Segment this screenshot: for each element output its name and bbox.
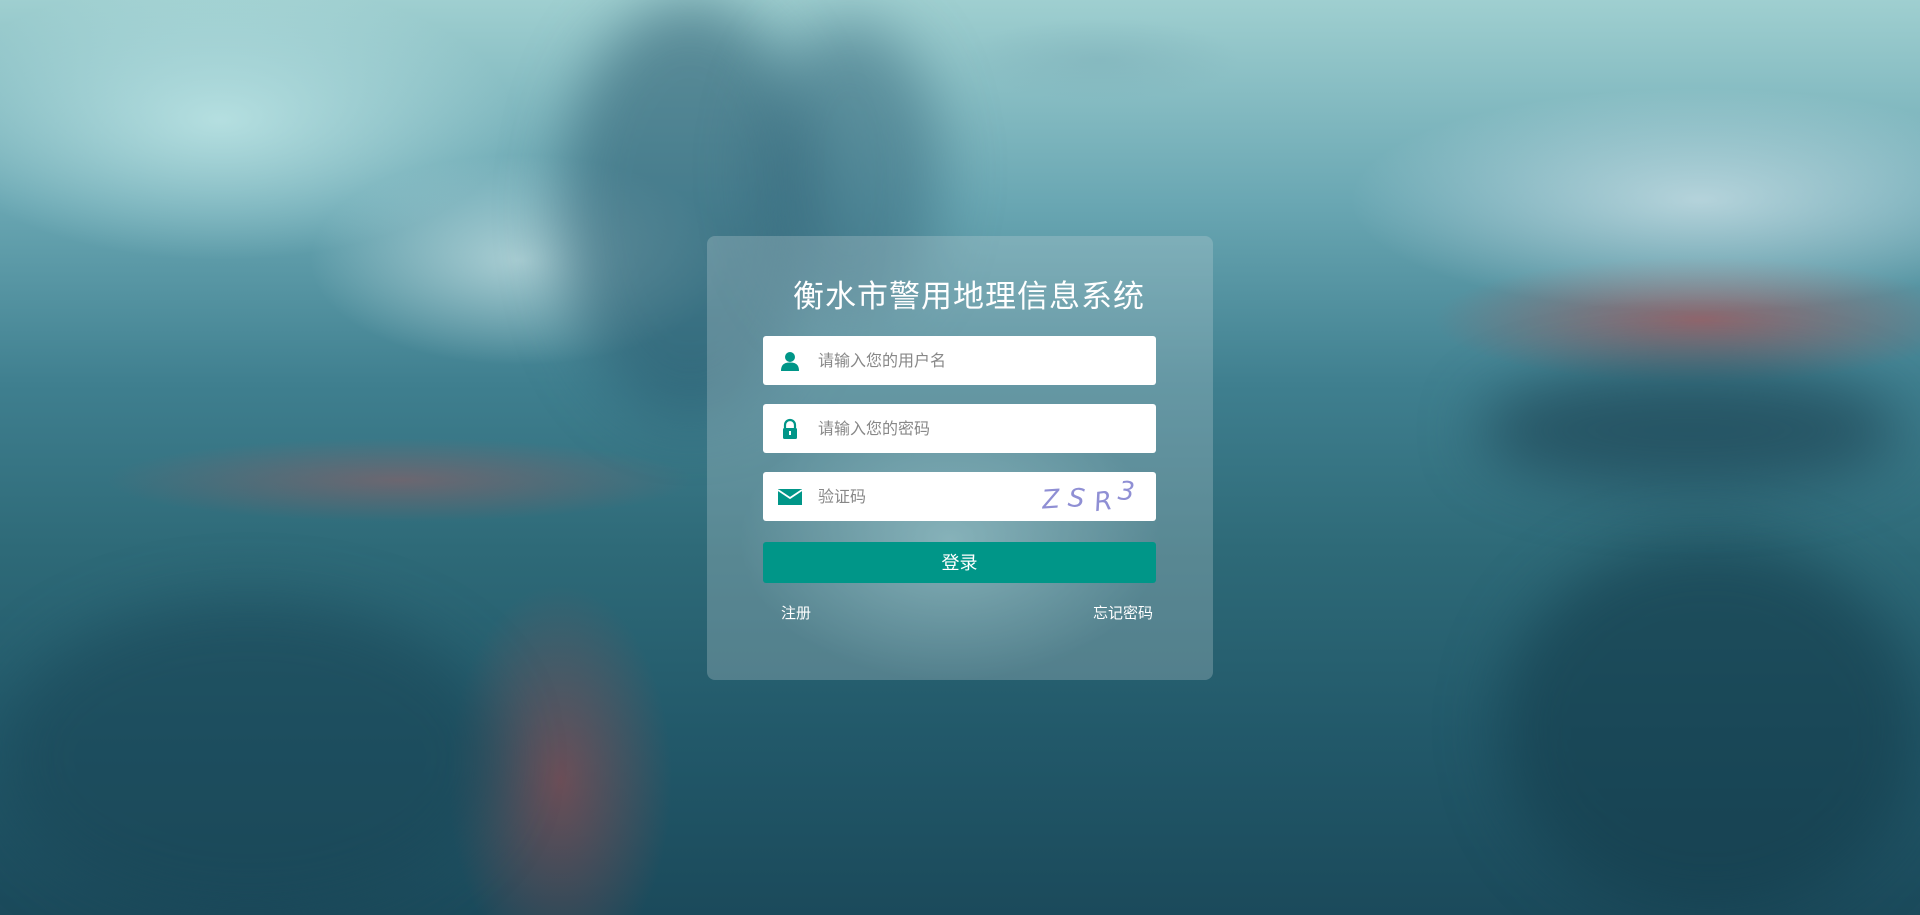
bg-dark-blob: [0, 600, 500, 915]
captcha-image[interactable]: Z S R 3: [1038, 476, 1148, 518]
password-input[interactable]: [818, 404, 1118, 453]
captcha-char: Z: [1040, 484, 1062, 515]
captcha-char: 3: [1117, 476, 1136, 507]
register-link[interactable]: 注册: [781, 602, 811, 623]
lock-icon: [779, 418, 801, 440]
login-button[interactable]: 登录: [763, 542, 1156, 583]
username-input[interactable]: [818, 336, 1118, 385]
bg-dark-blob: [1480, 370, 1900, 490]
captcha-field[interactable]: Z S R 3: [763, 472, 1156, 521]
captcha-char: R: [1092, 486, 1114, 516]
login-card: 衡水市警用地理信息系统 请输入您的用户名 验证码 Z S R 3 登录 注册 忘…: [707, 236, 1213, 680]
envelope-icon: [777, 486, 803, 508]
bg-dark-blob: [1500, 540, 1920, 915]
username-field[interactable]: [763, 336, 1156, 385]
password-field[interactable]: [763, 404, 1156, 453]
page-title: 衡水市警用地理信息系统: [793, 279, 1145, 315]
forgot-password-link[interactable]: 忘记密码: [1093, 602, 1153, 623]
user-icon: [779, 350, 801, 372]
captcha-char: S: [1067, 483, 1087, 515]
